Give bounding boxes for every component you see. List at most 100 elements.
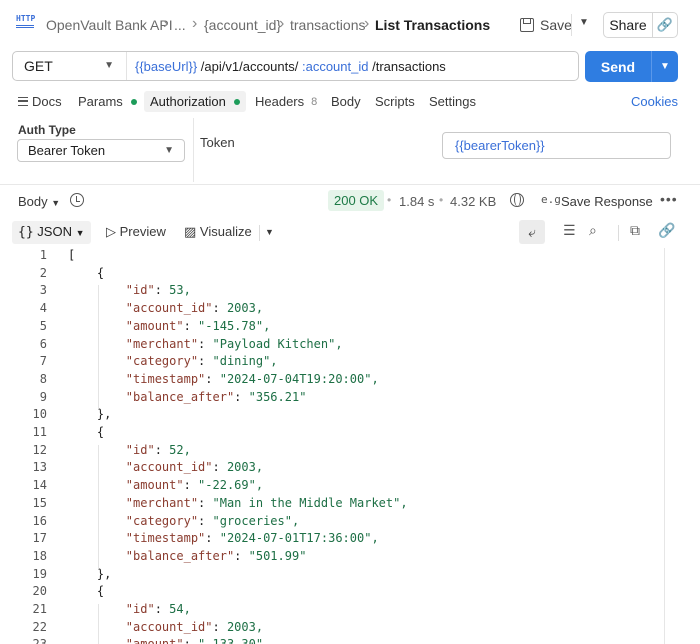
url-input[interactable]: {{baseUrl}} /api/v1/accounts/ :account_i… bbox=[127, 59, 446, 74]
code-text: "merchant": "Man in the Middle Market", bbox=[125, 495, 408, 510]
json-value: 52, bbox=[169, 442, 191, 457]
save-options-chevron-icon[interactable]: ▼ bbox=[579, 17, 589, 28]
code-text: "category": "groceries", bbox=[125, 513, 300, 528]
tab-params[interactable]: Params bbox=[78, 94, 137, 109]
line-number: 8 bbox=[39, 371, 47, 386]
filter-icon[interactable]: ☰ bbox=[563, 222, 576, 239]
json-value: "2024-07-01T17:36:00", bbox=[219, 531, 379, 546]
line-number: 17 bbox=[32, 531, 47, 546]
code-text: { bbox=[68, 425, 105, 439]
share-button[interactable]: Share 🔗 bbox=[603, 12, 678, 38]
line-number: 13 bbox=[32, 460, 47, 475]
code-text: { bbox=[68, 265, 105, 280]
history-icon[interactable] bbox=[70, 193, 84, 207]
json-key: "account_id" bbox=[125, 301, 213, 316]
status-badge[interactable]: 200 OK bbox=[328, 190, 385, 211]
send-button[interactable]: Send ▼ bbox=[585, 51, 678, 82]
line-number: 21 bbox=[32, 602, 47, 616]
response-time[interactable]: 1.84 s bbox=[399, 194, 434, 209]
more-options-icon[interactable]: ••• bbox=[660, 191, 678, 207]
json-key: "timestamp" bbox=[125, 371, 206, 386]
code-line: 19 }, bbox=[0, 567, 664, 585]
braces-icon: {} bbox=[18, 225, 34, 240]
json-key: "timestamp" bbox=[125, 531, 206, 546]
code-line: 23 "amount": "-133.30", bbox=[0, 637, 664, 644]
breadcrumb-separator: › bbox=[279, 15, 285, 32]
breadcrumb-subfolder[interactable]: transactions bbox=[290, 17, 365, 33]
code-text: }, bbox=[68, 566, 112, 581]
save-response-button[interactable]: Save Response bbox=[561, 194, 653, 209]
wrap-lines-icon[interactable]: ⤶ bbox=[519, 220, 545, 244]
token-input[interactable]: {{bearerToken}} bbox=[442, 132, 671, 159]
json-value: "-22.69", bbox=[198, 478, 264, 493]
token-label: Token bbox=[200, 135, 235, 150]
code-line: 10 }, bbox=[0, 407, 664, 425]
response-size[interactable]: 4.32 KB bbox=[450, 194, 496, 209]
breadcrumb-folder[interactable]: {account_id} bbox=[204, 17, 281, 33]
tab-settings[interactable]: Settings bbox=[429, 94, 476, 109]
code-line: 20 { bbox=[0, 584, 664, 602]
authorization-indicator bbox=[233, 98, 240, 105]
save-icon bbox=[520, 18, 534, 32]
code-line: 14 "amount": "-22.69", bbox=[0, 478, 664, 496]
copy-link-icon[interactable]: 🔗 bbox=[653, 17, 677, 33]
json-value: 2003, bbox=[226, 619, 264, 634]
view-more-chevron-icon[interactable]: ▼ bbox=[265, 227, 274, 237]
json-key: "amount" bbox=[125, 318, 184, 333]
tab-body[interactable]: Body bbox=[331, 94, 361, 109]
tab-scripts[interactable]: Scripts bbox=[375, 94, 415, 109]
line-number: 2 bbox=[39, 265, 47, 280]
line-number: 23 bbox=[0, 637, 47, 644]
tab-authorization[interactable]: Authorization bbox=[144, 91, 246, 112]
copy-icon[interactable]: ⧉ bbox=[630, 222, 640, 239]
line-number: 12 bbox=[32, 442, 47, 457]
json-key: "balance_after" bbox=[125, 389, 235, 404]
code-text: "balance_after": "501.99" bbox=[125, 548, 307, 563]
network-globe-icon[interactable] bbox=[510, 193, 524, 207]
json-key: "amount" bbox=[125, 478, 184, 493]
send-options-chevron-icon[interactable]: ▼ bbox=[652, 61, 678, 72]
method-select[interactable]: GET ▼ bbox=[13, 52, 127, 80]
code-text: { bbox=[68, 584, 105, 599]
response-view-bar: {} JSON ▼ ▷ Preview ▨ Visualize ▼ ⤶ ☰ ⌕ … bbox=[0, 219, 700, 245]
chevron-down-icon: ▼ bbox=[104, 60, 114, 71]
line-number: 10 bbox=[32, 407, 47, 422]
line-number: 1 bbox=[39, 248, 47, 262]
json-key: "balance_after" bbox=[125, 548, 235, 563]
json-value: "Payload Kitchen", bbox=[212, 336, 343, 351]
line-number: 16 bbox=[32, 513, 47, 528]
tab-docs[interactable]: Docs bbox=[18, 94, 62, 109]
line-number: 22 bbox=[32, 619, 47, 634]
json-value: "Man in the Middle Market", bbox=[212, 495, 408, 510]
search-icon[interactable]: ⌕ bbox=[589, 222, 597, 239]
view-json-tab[interactable]: {} JSON ▼ bbox=[12, 221, 91, 244]
request-name[interactable]: List Transactions bbox=[375, 17, 490, 33]
response-body-code[interactable]: 1[2 {3 "id": 53, 4 "account_id": 2003, 5 "… bbox=[0, 248, 664, 644]
link-icon[interactable]: 🔗 bbox=[658, 222, 675, 239]
url-path: /transactions bbox=[372, 58, 446, 74]
response-body-dropdown[interactable]: Body ▼ bbox=[18, 194, 60, 209]
view-preview-tab[interactable]: ▷ Preview bbox=[106, 224, 166, 240]
cookies-link[interactable]: Cookies bbox=[631, 94, 678, 109]
code-line: 16 "category": "groceries", bbox=[0, 514, 664, 532]
tab-headers[interactable]: Headers 8 bbox=[255, 94, 317, 109]
code-line: 9 "balance_after": "356.21" bbox=[0, 390, 664, 408]
code-line: 1[ bbox=[0, 248, 664, 266]
scrollbar-track[interactable] bbox=[664, 248, 665, 644]
code-line: 11 { bbox=[0, 425, 664, 443]
json-key: "merchant" bbox=[125, 495, 199, 510]
breadcrumb-collection[interactable]: OpenVault Bank API bbox=[46, 17, 173, 33]
save-button[interactable]: Save bbox=[520, 12, 572, 38]
breadcrumb-ellipsis[interactable]: ... bbox=[174, 17, 186, 33]
view-visualize-tab[interactable]: ▨ Visualize bbox=[184, 224, 252, 240]
save-response-icon: e.g bbox=[541, 193, 561, 206]
line-number: 5 bbox=[39, 318, 47, 333]
image-icon: ▨ bbox=[184, 224, 197, 239]
json-value: 54, bbox=[169, 602, 191, 616]
code-line: 21 "id": 54, bbox=[0, 602, 664, 620]
indent-guide bbox=[98, 604, 99, 644]
url-path: /api/v1/accounts/ bbox=[200, 58, 299, 74]
auth-type-select[interactable]: Bearer Token ▼ bbox=[17, 139, 185, 162]
save-label: Save bbox=[540, 17, 572, 33]
line-number: 18 bbox=[32, 548, 47, 563]
